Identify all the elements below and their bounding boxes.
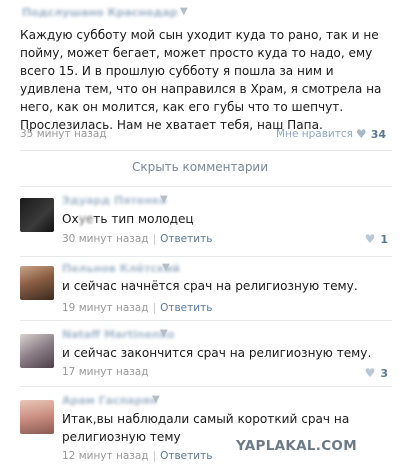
comment-text: и сейчас начнётся срач на религиозную те… [62,279,358,293]
comment-author[interactable]: Эдуард Пятенко [62,194,167,207]
hide-comments-link[interactable]: Скрыть комментарии [0,160,400,174]
avatar[interactable] [20,198,54,232]
divider [20,256,392,257]
comment-text: и сейчас закончится срач на религиозную … [62,346,372,360]
comment-meta: 17 минут назад [62,366,149,378]
watermark: YAPLAKAL.COM [236,438,357,454]
comment-timestamp[interactable]: 19 минут назад [62,302,149,314]
comment-timestamp[interactable]: 17 минут назад [62,366,149,378]
avatar[interactable] [20,400,54,434]
comment-like-button[interactable]: ♥ 3 [365,366,388,380]
comment-meta: 30 минут назад | Ответить [62,233,213,245]
divider [20,186,392,187]
comment-timestamp[interactable]: 12 минут назад [62,450,149,462]
like-count: 34 [370,127,386,141]
chevron-down-icon[interactable]: ▼ [162,262,170,273]
comment-like-count: 3 [380,366,388,380]
comment-text: Охуеть тип молодец [62,212,194,226]
chevron-down-icon[interactable]: ▼ [152,394,160,405]
heart-icon: ♥ [355,127,367,141]
heart-icon: ♥ [364,232,376,246]
comment-meta: 19 минут назад | Ответить [62,302,213,314]
divider [20,386,392,387]
post-text: Каждую субботу мой сын уходит куда то ра… [20,28,382,132]
reply-link[interactable]: Ответить [160,302,212,314]
comment-author[interactable]: Арам Гаспарян [62,394,157,407]
post-timestamp[interactable]: 35 минут назад [20,128,107,140]
chevron-down-icon[interactable]: ▼ [160,194,168,205]
reply-link[interactable]: Ответить [160,450,212,462]
post-author-name[interactable]: Подслушано Краснодар [22,6,178,19]
comment-author[interactable]: Nataff Martinenko [62,328,175,341]
chevron-down-icon[interactable]: ▼ [160,328,168,339]
divider [20,320,392,321]
avatar[interactable] [20,266,54,300]
avatar[interactable] [20,334,54,368]
like-label: Мне нравится [276,128,353,140]
heart-icon: ♥ [364,366,376,380]
comment-meta: 12 минут назад | Ответить [62,450,213,462]
comment-like-count: 1 [380,232,388,246]
comment-timestamp[interactable]: 30 минут назад [62,233,149,245]
divider [20,150,392,151]
comment-like-button[interactable]: ♥ 1 [365,232,388,246]
post-like-button[interactable]: Мне нравится ♥ 34 [276,127,386,141]
chevron-down-icon[interactable]: ▼ [180,6,188,17]
reply-link[interactable]: Ответить [160,233,212,245]
